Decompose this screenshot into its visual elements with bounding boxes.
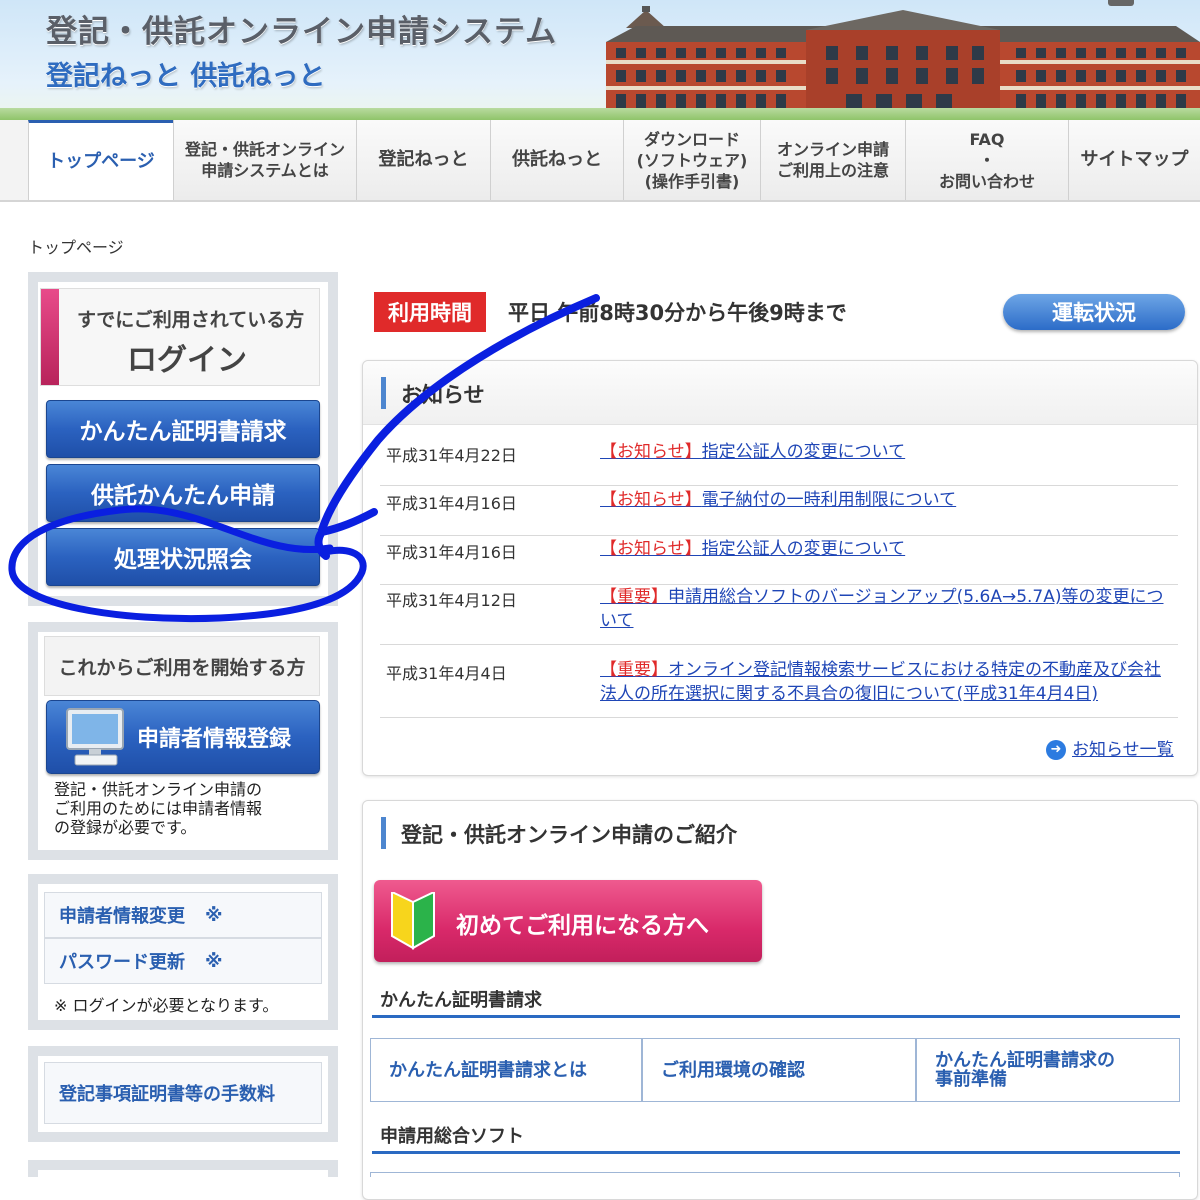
certificate-fees-link[interactable]: 登記事項証明書等の手数料 [44, 1062, 322, 1124]
login-title: ログイン [127, 343, 247, 378]
easy-certificate-section-heading: かんたん証明書請求 [372, 984, 1180, 1018]
tile-about-easy-certificate[interactable]: かんたん証明書請求とは [370, 1038, 642, 1102]
computer-icon [66, 708, 124, 766]
intro-title: 登記・供託オンライン申請のご紹介 [401, 823, 737, 847]
news-tag: 【お知らせ】 [600, 442, 702, 462]
news-title: お知らせ [401, 383, 485, 407]
news-link[interactable]: 【重要】申請用総合ソフトのバージョンアップ(5.6A→5.7A)等の変更について [600, 585, 1170, 633]
applicant-info-change-label: 申請者情報変更 [59, 906, 185, 927]
news-list-link[interactable]: ➜ お知らせ一覧 [1046, 735, 1174, 760]
lawn-strip [0, 108, 1200, 120]
new-user-caption: これからご利用を開始する方 [44, 636, 320, 696]
nav-sitemap[interactable]: サイトマップ [1068, 120, 1200, 200]
login-required-mark: ※ [205, 950, 223, 972]
nav-top-page[interactable]: トップページ [28, 120, 173, 200]
news-date: 平成31年4月12日 [386, 591, 517, 610]
nav-about-system[interactable]: 登記・供託オンライン 申請システムとは [173, 120, 356, 200]
login-header: すでにご利用されている方 ログイン [40, 288, 320, 386]
hours-text: 平日 午前8時30分から午後9時まで [508, 301, 847, 325]
password-update-label: パスワード更新 [59, 952, 185, 973]
nav-kyotaku-net[interactable]: 供託ねっと [490, 120, 623, 200]
news-tag: 【重要】 [600, 587, 668, 607]
news-link-text: 申請用総合ソフトのバージョンアップ(5.6A→5.7A)等の変更について [600, 587, 1164, 631]
news-link-text: 電子納付の一時利用制限について [701, 490, 957, 510]
news-date: 平成31年4月16日 [386, 494, 517, 513]
nav-usage-notes[interactable]: オンライン申請 ご利用上の注意 [760, 120, 905, 200]
login-caption: すでにご利用されている方 [77, 309, 305, 331]
login-required-mark: ※ [205, 904, 223, 926]
heading-bar [381, 377, 386, 409]
news-link-text: オンライン登記情報検索サービスにおける特定の不動産及び会社法人の所在選択に関する… [600, 660, 1161, 704]
news-tag: 【重要】 [600, 660, 668, 680]
news-tag: 【お知らせ】 [600, 490, 702, 510]
general-software-section-heading: 申請用総合ソフト [372, 1120, 1180, 1154]
global-nav: トップページ 登記・供託オンライン 申請システムとは 登記ねっと 供託ねっと ダ… [0, 120, 1200, 202]
registration-note: 登記・供託オンライン申請の ご利用のためには申請者情報 の登録が必要です。 [54, 780, 263, 837]
first-time-users-button[interactable]: 初めてご利用になる方へ [374, 880, 762, 962]
operation-status-button[interactable]: 運転状況 [1003, 294, 1185, 330]
news-link-text: 指定公証人の変更について [701, 539, 906, 559]
news-list-label: お知らせ一覧 [1072, 740, 1174, 760]
news-item: 平成31年4月16日 【お知らせ】電子納付の一時利用制限について [380, 488, 1178, 536]
software-tiles-partial [370, 1172, 1180, 1177]
news-item: 平成31年4月12日 【重要】申請用総合ソフトのバージョンアップ(5.6A→5.… [380, 585, 1178, 645]
arrow-right-circle-icon: ➜ [1046, 740, 1066, 760]
next-box-partial [28, 1160, 338, 1177]
applicant-registration-label: 申請者情報登録 [137, 727, 292, 752]
nav-faq-contact[interactable]: FAQ ・ お問い合わせ [905, 120, 1068, 200]
news-link-text: 指定公証人の変更について [701, 442, 906, 462]
intro-panel-header: 登記・供託オンライン申請のご紹介 [363, 801, 1197, 865]
first-time-users-label: 初めてご利用になる方へ [456, 913, 709, 939]
building-illustration [606, 6, 1200, 116]
nav-touki-net[interactable]: 登記ねっと [356, 120, 490, 200]
hours-badge: 利用時間 [374, 292, 486, 332]
certificate-fees-label: 登記事項証明書等の手数料 [59, 1084, 275, 1105]
news-link[interactable]: 【お知らせ】指定公証人の変更について [600, 537, 1170, 561]
heading-bar [381, 817, 386, 849]
news-link[interactable]: 【お知らせ】指定公証人の変更について [600, 440, 1170, 464]
site-header: 登記・供託オンライン申請システム 登記ねっと 供託ねっと [0, 0, 1200, 120]
news-date: 平成31年4月16日 [386, 543, 517, 562]
breadcrumb[interactable]: トップページ [28, 234, 124, 258]
applicant-info-change-link[interactable]: 申請者情報変更 ※ [44, 892, 322, 938]
news-item: 平成31年4月16日 【お知らせ】指定公証人の変更について [380, 537, 1178, 585]
login-required-note: ※ ログインが必要となります。 [54, 996, 279, 1015]
beginner-mark-icon [391, 892, 435, 950]
news-date: 平成31年4月4日 [386, 664, 507, 683]
nav-download[interactable]: ダウンロード (ソフトウェア) (操作手引書) [623, 120, 760, 200]
tile-environment-check[interactable]: ご利用環境の確認 [642, 1038, 916, 1102]
news-item: 平成31年4月22日 【お知らせ】指定公証人の変更について [380, 440, 1178, 486]
news-item: 平成31年4月4日 【重要】オンライン登記情報検索サービスにおける特定の不動産及… [380, 658, 1178, 718]
news-date: 平成31年4月22日 [386, 446, 517, 465]
news-panel-header: お知らせ [363, 361, 1197, 425]
processing-status-button[interactable]: 処理状況照会 [46, 528, 320, 586]
login-header-bar [41, 289, 59, 385]
tile-preparation[interactable]: かんたん証明書請求の 事前準備 [916, 1038, 1180, 1102]
password-update-link[interactable]: パスワード更新 ※ [44, 938, 322, 984]
site-title[interactable]: 登記・供託オンライン申請システム [46, 6, 557, 51]
applicant-registration-button[interactable]: 申請者情報登録 [46, 700, 320, 774]
news-link[interactable]: 【お知らせ】電子納付の一時利用制限について [600, 488, 1170, 512]
next-box-inner [38, 1170, 328, 1177]
news-link[interactable]: 【重要】オンライン登記情報検索サービスにおける特定の不動産及び会社法人の所在選択… [600, 658, 1170, 706]
deposit-easy-application-button[interactable]: 供託かんたん申請 [46, 464, 320, 522]
site-subtitle: 登記ねっと 供託ねっと [46, 61, 326, 92]
easy-certificate-request-button[interactable]: かんたん証明書請求 [46, 400, 320, 458]
news-tag: 【お知らせ】 [600, 539, 702, 559]
